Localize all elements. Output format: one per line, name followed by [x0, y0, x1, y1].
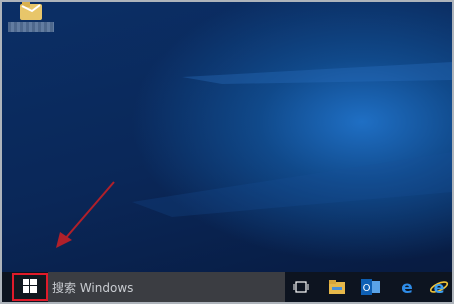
internet-explorer-icon[interactable]: e	[428, 277, 450, 297]
desktop: 搜索 Windows O e e	[2, 2, 452, 302]
svg-text:e: e	[434, 278, 445, 296]
taskbar: 搜索 Windows O e e	[2, 272, 452, 302]
screenshot-frame: 搜索 Windows O e e	[0, 0, 454, 304]
file-explorer-icon[interactable]	[326, 277, 348, 297]
search-box[interactable]: 搜索 Windows	[48, 272, 285, 302]
outlook-icon[interactable]: O	[360, 277, 382, 297]
annotation-arrow	[56, 181, 115, 248]
svg-text:O: O	[363, 283, 371, 294]
windows-logo-icon	[23, 278, 37, 297]
start-button[interactable]	[12, 273, 48, 301]
svg-text:e: e	[401, 278, 413, 296]
task-view-icon[interactable]	[290, 277, 312, 297]
search-placeholder: 搜索 Windows	[52, 280, 134, 295]
edge-icon[interactable]: e	[396, 277, 418, 297]
